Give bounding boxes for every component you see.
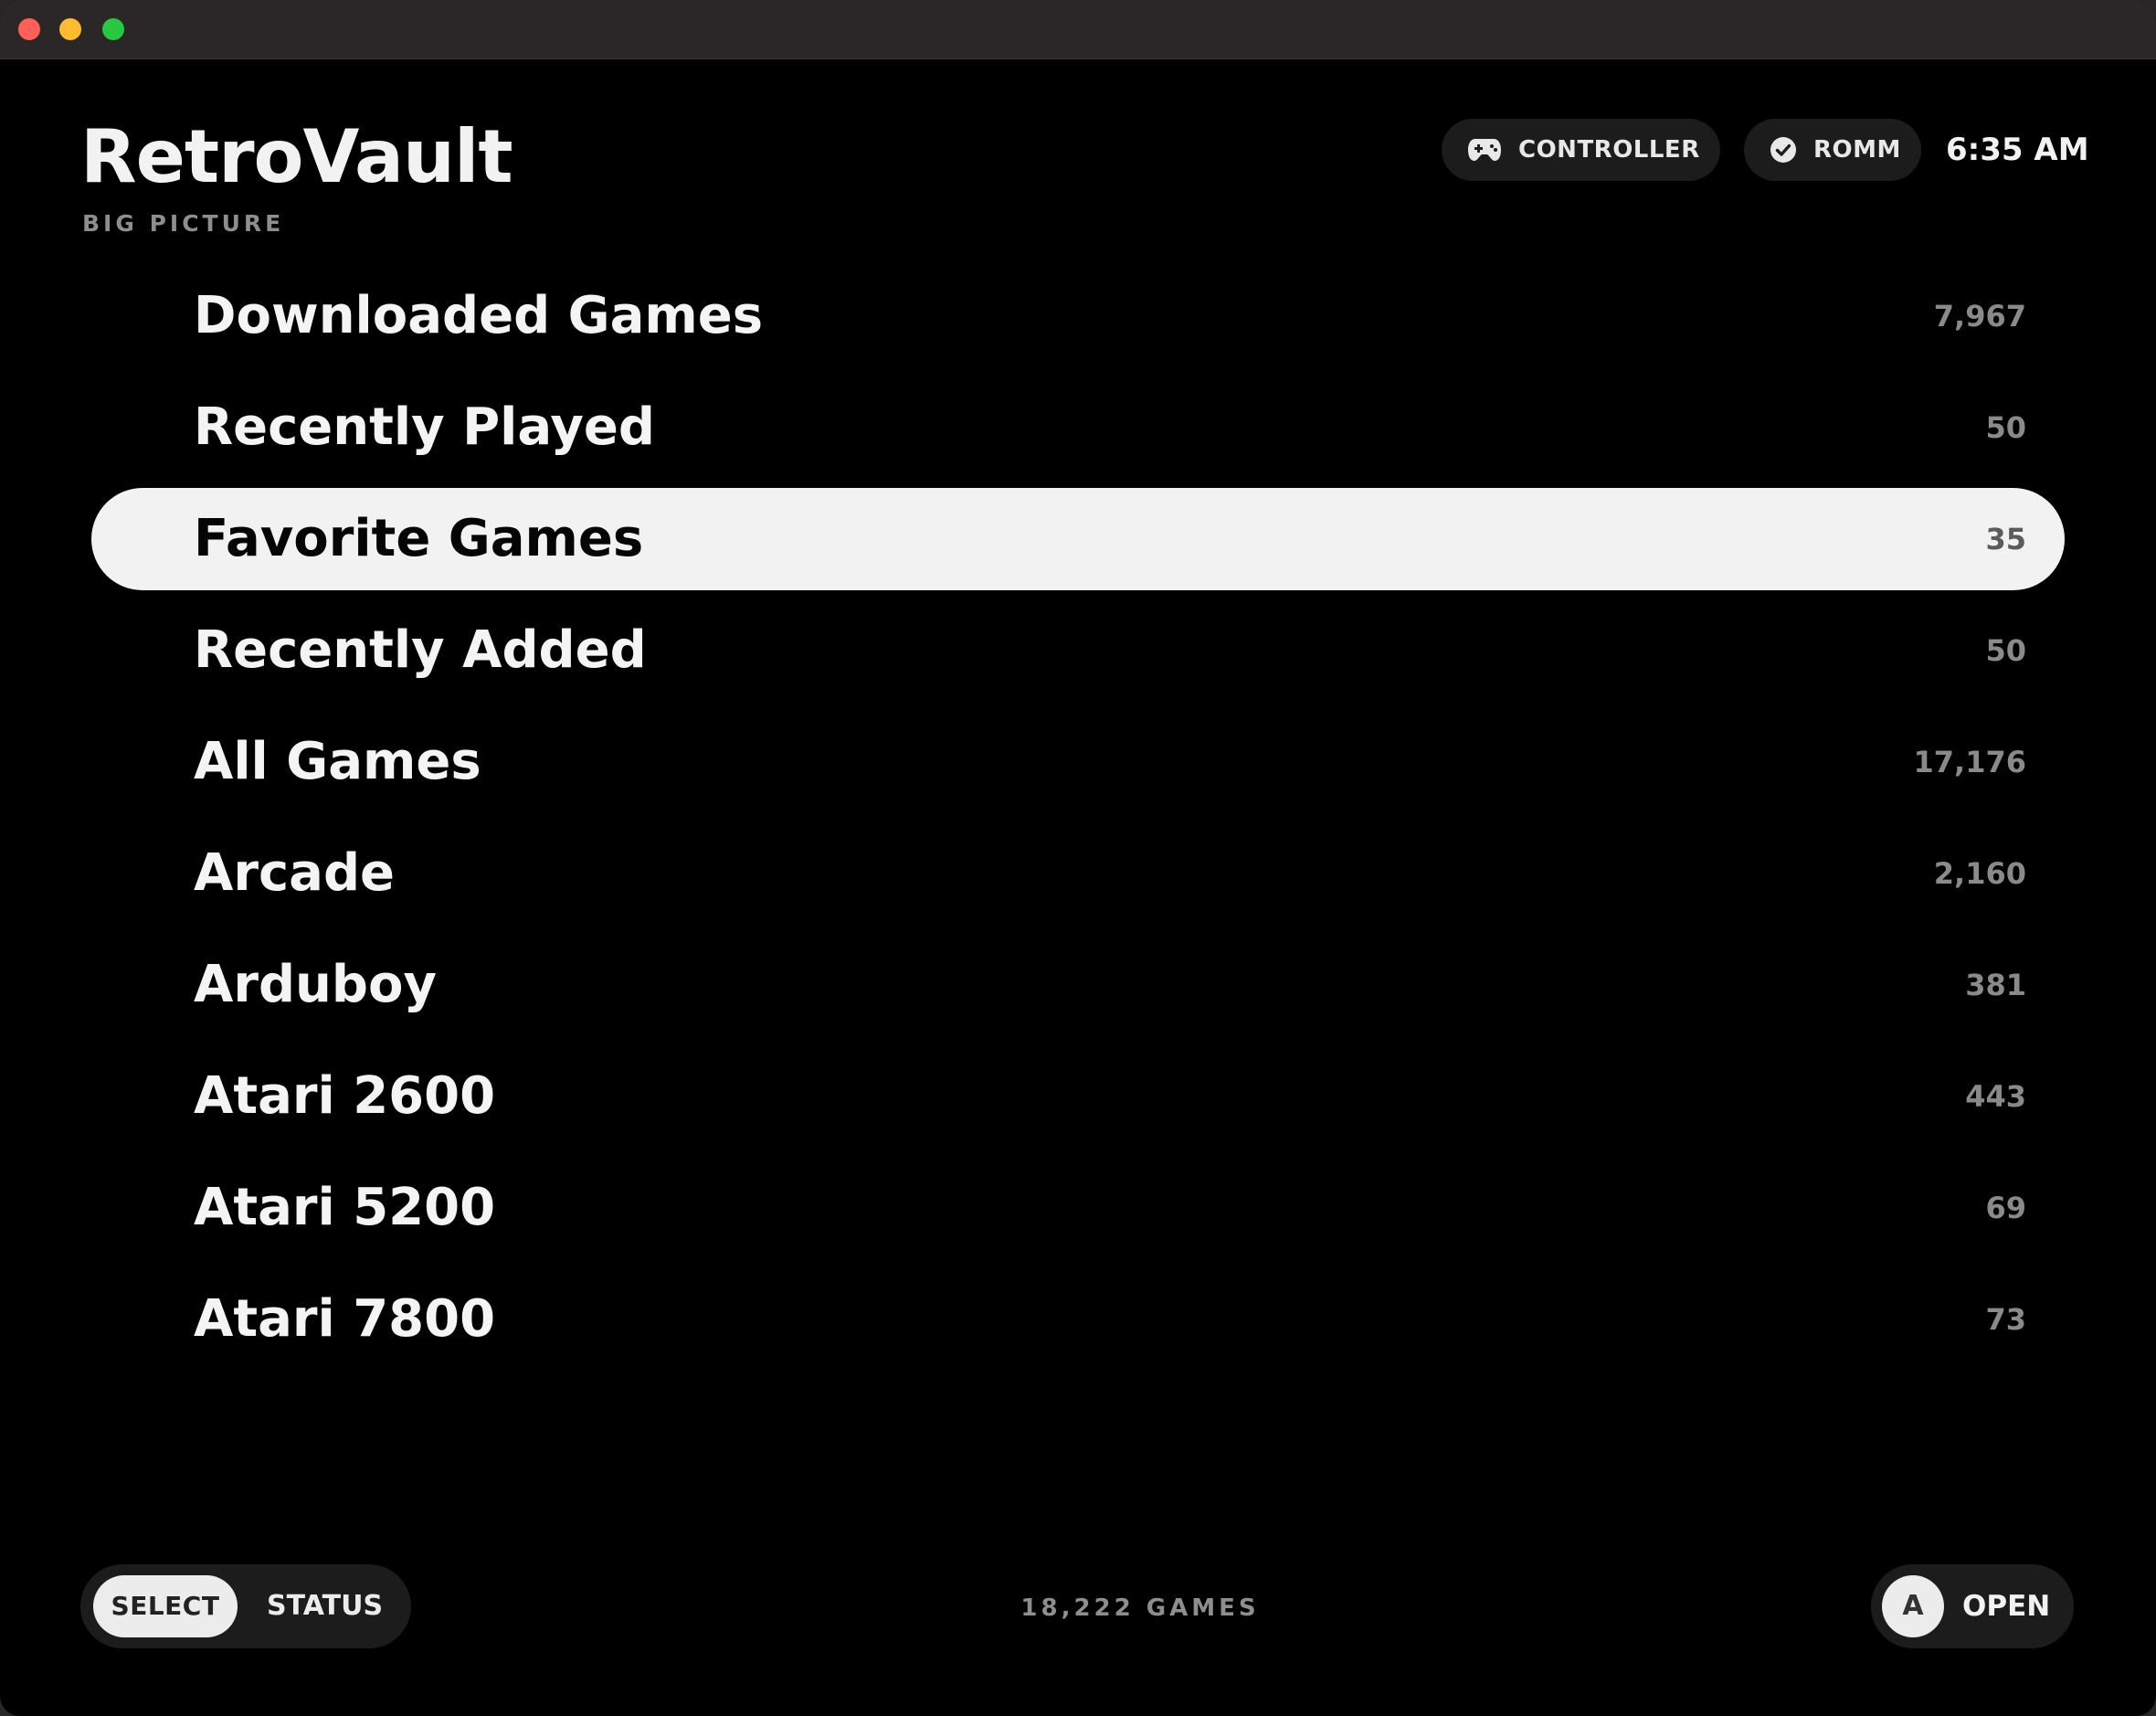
controller-label: CONTROLLER: [1518, 136, 1700, 164]
collection-row[interactable]: Atari 5200 69: [91, 1157, 2065, 1259]
collection-row[interactable]: ColecoVision 259: [91, 1380, 2065, 1391]
collection-name: Atari 7800: [194, 1289, 496, 1349]
collection-row[interactable]: Atari 7800 73: [91, 1268, 2065, 1371]
gamepad-icon: [1467, 138, 1502, 162]
app-title: RetroVault: [80, 114, 513, 199]
app-window: RetroVault BIG PICTURE CONTROLLER ROMM 6…: [0, 0, 2156, 1716]
collection-count: 35: [1985, 522, 2026, 556]
collection-count: 17,176: [1913, 745, 2026, 779]
collection-name: Arduboy: [194, 955, 437, 1014]
title-bar: [0, 0, 2156, 59]
collection-row[interactable]: Recently Added 50: [91, 599, 2065, 702]
collection-count: 73: [1985, 1302, 2026, 1337]
open-label: OPEN: [1962, 1590, 2051, 1623]
collection-row[interactable]: Favorite Games 35: [91, 488, 2065, 590]
collection-count: 259: [1965, 1380, 2026, 1391]
zoom-window-button[interactable]: [102, 18, 124, 40]
romm-label: ROMM: [1813, 136, 1901, 164]
collection-name: ColecoVision: [194, 1380, 560, 1391]
romm-status-pill[interactable]: ROMM: [1744, 119, 1921, 181]
collection-row[interactable]: Atari 2600 443: [91, 1045, 2065, 1148]
collection-count: 7,967: [1933, 299, 2026, 334]
a-button-chip[interactable]: A: [1882, 1575, 1944, 1637]
collection-name: Favorite Games: [194, 509, 644, 568]
close-window-button[interactable]: [18, 18, 40, 40]
collection-count: 2,160: [1933, 856, 2026, 891]
collection-count: 50: [1985, 410, 2026, 445]
collection-name: All Games: [194, 732, 481, 791]
collection-name: Recently Added: [194, 620, 647, 680]
collection-name: Recently Played: [194, 397, 655, 457]
collection-name: Atari 5200: [194, 1178, 496, 1237]
clock: 6:35 AM: [1946, 132, 2089, 168]
collection-name: Arcade: [194, 843, 396, 903]
total-games-count: 18,222 GAMES: [1020, 1594, 1260, 1622]
minimize-window-button[interactable]: [59, 18, 81, 40]
collection-row[interactable]: Recently Played 50: [91, 376, 2065, 479]
collection-row[interactable]: Arduboy 381: [91, 934, 2065, 1036]
collection-count: 69: [1985, 1191, 2026, 1225]
mode-subtitle: BIG PICTURE: [82, 210, 285, 237]
collection-count: 381: [1965, 968, 2026, 1002]
collection-row[interactable]: Downloaded Games 7,967: [91, 265, 2065, 367]
brand: RetroVault BIG PICTURE: [80, 114, 513, 238]
check-circle-icon: [1770, 136, 1797, 164]
collection-count: 50: [1985, 633, 2026, 668]
controller-status-pill[interactable]: CONTROLLER: [1442, 119, 1720, 181]
open-hint[interactable]: A OPEN: [1871, 1564, 2074, 1648]
collection-row[interactable]: All Games 17,176: [91, 711, 2065, 813]
collection-name: Atari 2600: [194, 1066, 496, 1126]
collection-count: 443: [1965, 1079, 2026, 1114]
collection-row[interactable]: Arcade 2,160: [91, 822, 2065, 925]
collection-name: Downloaded Games: [194, 286, 764, 345]
